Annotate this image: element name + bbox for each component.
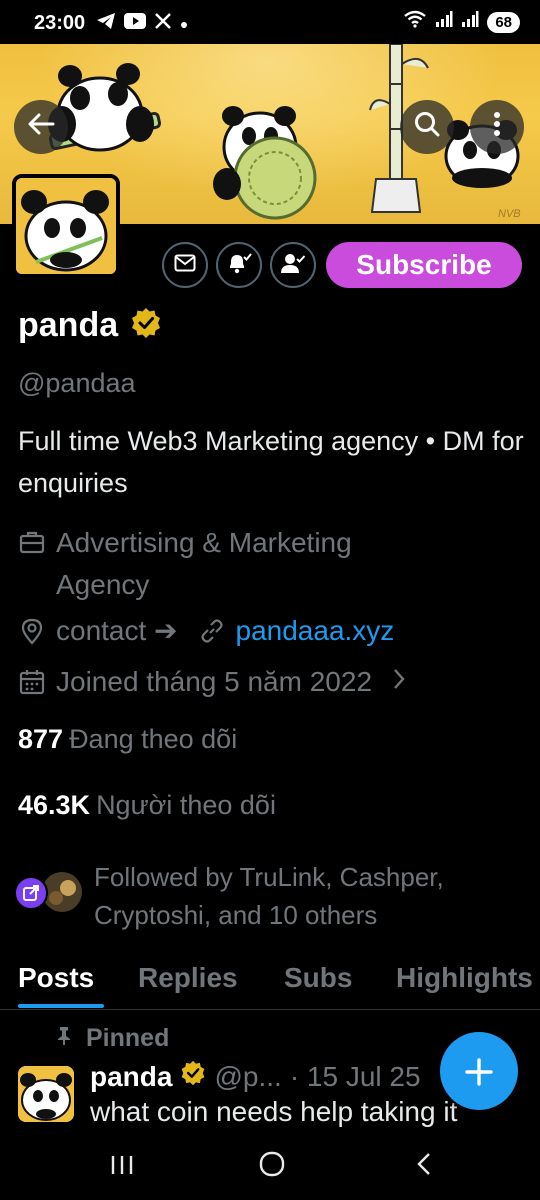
profile-handle: @pandaa bbox=[18, 368, 136, 398]
search-icon bbox=[413, 110, 441, 145]
following-count-row[interactable]: 877 Đang theo dõi bbox=[18, 724, 237, 755]
post-author-name[interactable]: panda bbox=[90, 1061, 172, 1093]
profile-name-row: panda bbox=[18, 306, 162, 345]
briefcase-icon bbox=[18, 528, 46, 556]
profile-joined-row[interactable]: Joined tháng 5 năm 2022 bbox=[18, 666, 406, 698]
notifications-button[interactable] bbox=[216, 242, 262, 288]
followed-by-text: Followed by TruLink, Cashper, Cryptoshi,… bbox=[94, 862, 444, 930]
notification-icons bbox=[96, 12, 188, 35]
tab-replies[interactable]: Replies bbox=[138, 962, 238, 994]
gold-verified-badge-icon[interactable] bbox=[130, 307, 162, 344]
system-navigation-bar bbox=[0, 1134, 540, 1200]
following-button[interactable] bbox=[270, 242, 316, 288]
location-text: contact ➔ bbox=[56, 615, 178, 646]
panda-avatar-illustration bbox=[18, 1066, 74, 1122]
post-author-handle: @p... bbox=[214, 1060, 282, 1092]
following-label: Đang theo dõi bbox=[69, 724, 238, 754]
message-button[interactable] bbox=[162, 242, 208, 288]
more-options-button[interactable] bbox=[470, 100, 524, 154]
banner-signature: NVB bbox=[498, 208, 521, 220]
followers-count: 46.3K bbox=[18, 790, 91, 820]
status-bar: 23:00 68 bbox=[0, 0, 540, 44]
x-icon bbox=[154, 12, 172, 35]
location-pin-icon bbox=[18, 617, 46, 645]
plus-icon bbox=[464, 1044, 494, 1099]
wifi-icon bbox=[403, 10, 427, 34]
youtube-icon bbox=[124, 13, 146, 34]
home-circle-icon bbox=[258, 1150, 286, 1186]
profile-avatar[interactable] bbox=[12, 174, 120, 278]
compose-post-button[interactable] bbox=[440, 1032, 518, 1110]
post-header: panda @p... · 15 Jul 25 bbox=[90, 1060, 421, 1093]
profile-bio: Full time Web3 Marketing agency • DM for… bbox=[18, 426, 524, 498]
panda-illustration bbox=[213, 106, 317, 220]
home-button[interactable] bbox=[242, 1148, 302, 1188]
mail-icon bbox=[174, 254, 196, 277]
tab-highlights[interactable]: Highlights bbox=[396, 962, 533, 994]
dot-icon bbox=[180, 13, 188, 34]
pinned-label-row: Pinned bbox=[56, 1024, 169, 1053]
following-count: 877 bbox=[18, 724, 64, 754]
back-chevron-icon bbox=[415, 1151, 433, 1185]
follower-avatar bbox=[42, 872, 82, 912]
signal-icon bbox=[435, 10, 453, 34]
signal-icon bbox=[461, 10, 479, 34]
recent-apps-icon bbox=[109, 1151, 135, 1185]
tab-posts[interactable]: Posts bbox=[18, 962, 94, 994]
calendar-icon bbox=[18, 668, 46, 696]
panda-avatar-illustration bbox=[16, 178, 116, 274]
telegram-icon bbox=[96, 12, 116, 35]
follower-avatar bbox=[14, 876, 48, 910]
chevron-right-icon bbox=[392, 666, 406, 698]
arrow-left-icon bbox=[27, 112, 55, 143]
followers-label: Người theo dõi bbox=[96, 790, 276, 820]
recent-apps-button[interactable] bbox=[92, 1148, 152, 1188]
bell-check-icon bbox=[226, 251, 252, 280]
joined-text: Joined tháng 5 năm 2022 bbox=[56, 666, 373, 697]
more-vertical-icon bbox=[493, 111, 501, 144]
profile-location-website: contact ➔ pandaaa.xyz bbox=[18, 614, 394, 647]
followers-count-row[interactable]: 46.3K Người theo dõi bbox=[18, 790, 276, 821]
search-button[interactable] bbox=[400, 100, 454, 154]
system-icons: 68 bbox=[403, 10, 520, 34]
followed-by-avatars bbox=[14, 872, 82, 912]
external-link-icon bbox=[23, 885, 39, 901]
post-date: · 15 Jul 25 bbox=[289, 1060, 421, 1092]
profile-tabs: Posts Replies Subs Highlights bbox=[0, 958, 540, 1010]
website-link[interactable]: pandaaa.xyz bbox=[236, 615, 395, 647]
post-author-avatar[interactable] bbox=[18, 1066, 74, 1122]
pinned-label: Pinned bbox=[86, 1024, 170, 1052]
subscribe-button[interactable]: Subscribe bbox=[326, 242, 522, 288]
tab-subs[interactable]: Subs bbox=[284, 962, 352, 994]
category-text: Advertising & Marketing Agency bbox=[56, 527, 352, 600]
active-tab-indicator bbox=[18, 1004, 104, 1008]
profile-name: panda bbox=[18, 306, 119, 344]
status-time: 23:00 bbox=[34, 12, 86, 34]
followed-by-row[interactable]: Followed by TruLink, Cashper, Cryptoshi,… bbox=[14, 858, 534, 934]
battery-indicator: 68 bbox=[487, 11, 520, 33]
profile-category: Advertising & Marketing Agency bbox=[18, 522, 436, 606]
person-check-icon bbox=[280, 251, 306, 280]
system-back-button[interactable] bbox=[394, 1148, 454, 1188]
pin-icon bbox=[56, 1024, 72, 1053]
gold-verified-badge-icon bbox=[180, 1060, 206, 1093]
back-button[interactable] bbox=[14, 100, 68, 154]
link-icon bbox=[198, 617, 226, 645]
